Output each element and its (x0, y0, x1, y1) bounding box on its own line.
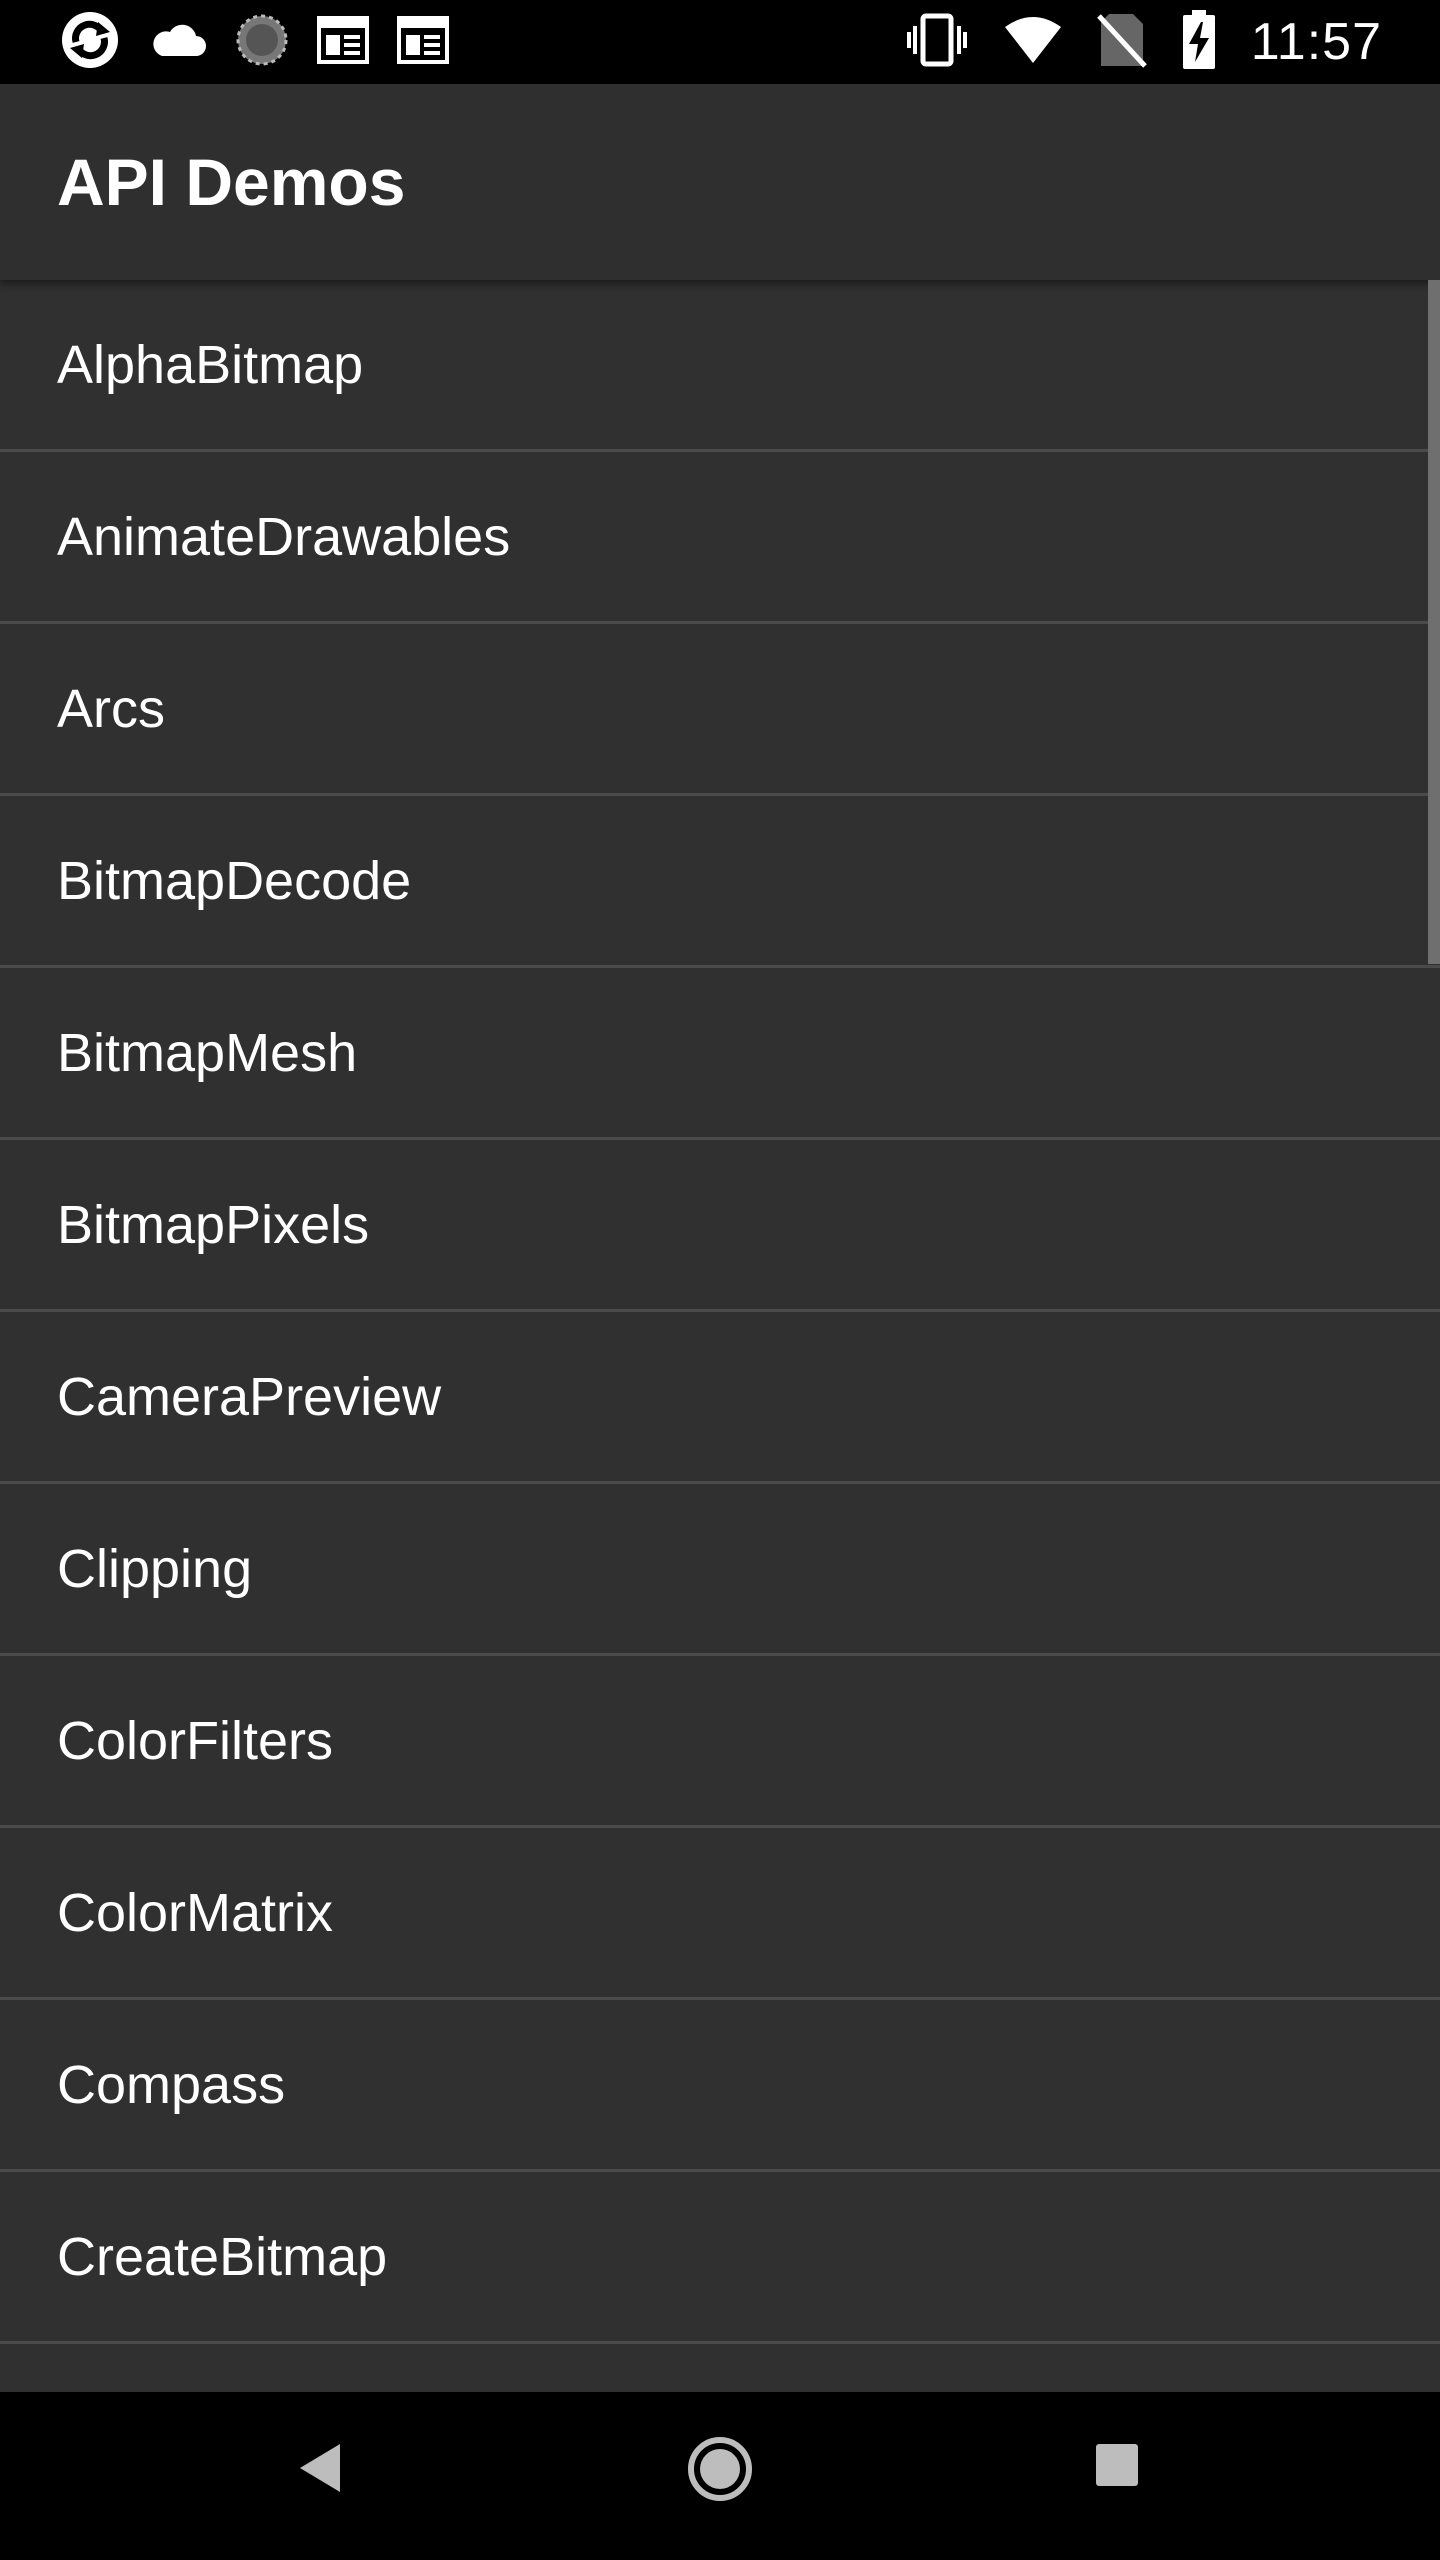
list-item[interactable]: CreateBitmap (0, 2172, 1440, 2344)
navigation-bar (0, 2392, 1440, 2560)
list-item[interactable]: Compass (0, 2000, 1440, 2172)
recents-icon[interactable] (1094, 2442, 1140, 2493)
calendar-notification-icon (396, 15, 450, 70)
loading-spinner-icon (234, 12, 290, 73)
no-sim-icon (1096, 12, 1147, 73)
status-bar: 11:57 (0, 0, 1440, 84)
wifi-icon (1003, 15, 1063, 70)
sync-app-icon (58, 8, 122, 77)
vibrate-icon (905, 12, 969, 73)
calendar-notification-icon (316, 15, 370, 70)
battery-charging-icon (1181, 9, 1217, 75)
list-item[interactable]: AnimateDrawables (0, 452, 1440, 624)
list-item[interactable] (0, 2344, 1440, 2392)
status-time: 11:57 (1250, 13, 1382, 71)
list-item[interactable]: CameraPreview (0, 1312, 1440, 1484)
list-item[interactable]: Clipping (0, 1484, 1440, 1656)
list-item[interactable]: AlphaBitmap (0, 280, 1440, 452)
list-item[interactable]: BitmapDecode (0, 796, 1440, 968)
home-icon[interactable] (685, 2434, 755, 2509)
list-item[interactable]: ColorFilters (0, 1656, 1440, 1828)
page-title: API Demos (57, 145, 406, 219)
back-icon[interactable] (290, 2436, 354, 2505)
system-status-icons: 11:57 (905, 0, 1382, 84)
app-bar: API Demos (0, 84, 1440, 280)
list-item[interactable]: BitmapMesh (0, 968, 1440, 1140)
cloud-icon (148, 20, 208, 65)
list-item[interactable]: ColorMatrix (0, 1828, 1440, 2000)
demo-list[interactable]: AlphaBitmap AnimateDrawables Arcs Bitmap… (0, 280, 1440, 2392)
list-item[interactable]: BitmapPixels (0, 1140, 1440, 1312)
scrollbar[interactable] (1428, 280, 1440, 964)
list-item[interactable]: Arcs (0, 624, 1440, 796)
notification-icons (58, 8, 450, 77)
